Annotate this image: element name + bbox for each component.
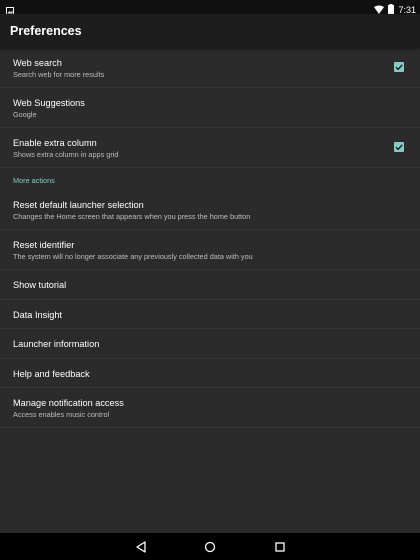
pref-web-suggestions[interactable]: Web Suggestions Google [0, 88, 420, 128]
pref-web-search[interactable]: Web search Search web for more results [0, 48, 420, 88]
pref-title: Data Insight [13, 309, 63, 320]
pref-summary: Access enables music control [13, 410, 110, 419]
home-icon[interactable] [204, 540, 216, 558]
pref-help-feedback[interactable]: Help and feedback [0, 359, 420, 388]
pref-summary: Changes the Home screen that appears whe… [13, 212, 251, 221]
category-more-actions: More actions [0, 168, 420, 190]
pref-title: Web Suggestions [13, 98, 85, 108]
pref-summary: Shows extra column in apps grid [13, 150, 119, 159]
pref-show-tutorial[interactable]: Show tutorial [0, 270, 420, 300]
pref-title: Reset identifier [13, 240, 75, 250]
status-bar: 7:31 [0, 0, 420, 15]
pref-reset-launcher[interactable]: Reset default launcher selection Changes… [0, 190, 420, 230]
category-label: More actions [13, 176, 55, 185]
preferences-list: Web search Search web for more results W… [0, 48, 420, 428]
page-title: Preferences [10, 24, 82, 38]
recents-icon[interactable] [274, 540, 286, 558]
action-bar: Preferences [0, 14, 420, 48]
pref-data-insight[interactable]: Data Insight [0, 300, 420, 329]
pref-notification-access[interactable]: Manage notification access Access enable… [0, 388, 420, 428]
pref-summary: The system will no longer associate any … [13, 252, 253, 261]
pref-title: Show tutorial [13, 280, 67, 290]
pref-reset-identifier[interactable]: Reset identifier The system will no long… [0, 230, 420, 270]
pref-title: Enable extra column [13, 138, 97, 148]
pref-title: Help and feedback [13, 368, 90, 379]
pref-title: Launcher information [13, 339, 100, 349]
pref-summary: Google [13, 110, 37, 119]
web-search-checkbox[interactable] [394, 62, 404, 72]
pref-title: Reset default launcher selection [13, 200, 144, 210]
back-icon[interactable] [135, 540, 147, 558]
nav-bar [0, 533, 420, 560]
pref-summary: Search web for more results [13, 70, 105, 79]
pref-title: Web search [13, 58, 62, 68]
pref-title: Manage notification access [13, 398, 124, 408]
pref-launcher-info[interactable]: Launcher information [0, 329, 420, 359]
pref-extra-column[interactable]: Enable extra column Shows extra column i… [0, 128, 420, 168]
extra-column-checkbox[interactable] [394, 142, 404, 152]
